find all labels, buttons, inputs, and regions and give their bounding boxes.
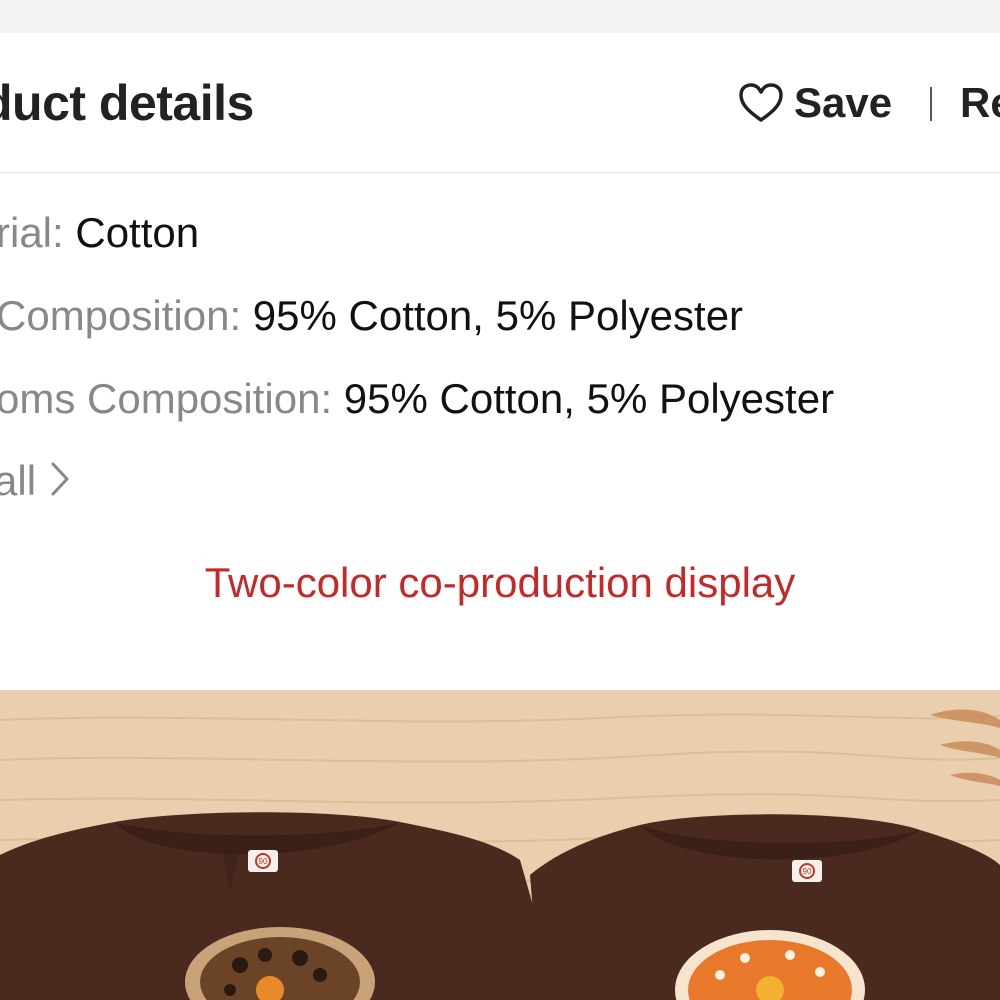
detail-row-top-composition: Composition: 95% Cotton, 5% Polyester [0,292,743,340]
save-label: Save [794,79,893,126]
size-tag-left-text: 90 [259,857,268,866]
top-status-strip [0,0,1000,33]
chevron-right-icon [50,461,70,502]
header-bar: duct details Save Re [0,33,1000,173]
view-all-label: all [0,457,37,504]
detail-label: oms Composition: [0,375,344,422]
detail-value: 95% Cotton, 5% Polyester [252,292,744,339]
detail-value: 95% Cotton, 5% Polyester [343,375,835,422]
product-image[interactable]: 90 90 [0,690,1000,1000]
header-divider [930,87,932,121]
left-shirt: 90 [0,812,560,1000]
view-all-link[interactable]: all [0,457,70,505]
right-shirt: 90 [530,814,1000,1000]
detail-label: Composition: [0,292,253,339]
detail-value: Cotton [75,209,200,256]
save-button[interactable]: Save [738,79,892,127]
product-details-screen: duct details Save Re rial: Cotton Compos… [0,0,1000,1000]
heart-icon [738,82,784,124]
detail-row-bottoms-composition: oms Composition: 95% Cotton, 5% Polyeste… [0,375,834,423]
size-tag-right-text: 90 [803,867,812,876]
detail-row-material: rial: Cotton [0,209,199,257]
report-link[interactable]: Re [960,79,1000,127]
detail-label: rial: [0,209,76,256]
promo-text: Two-color co-production display [204,559,796,606]
page-title: duct details [0,75,254,131]
